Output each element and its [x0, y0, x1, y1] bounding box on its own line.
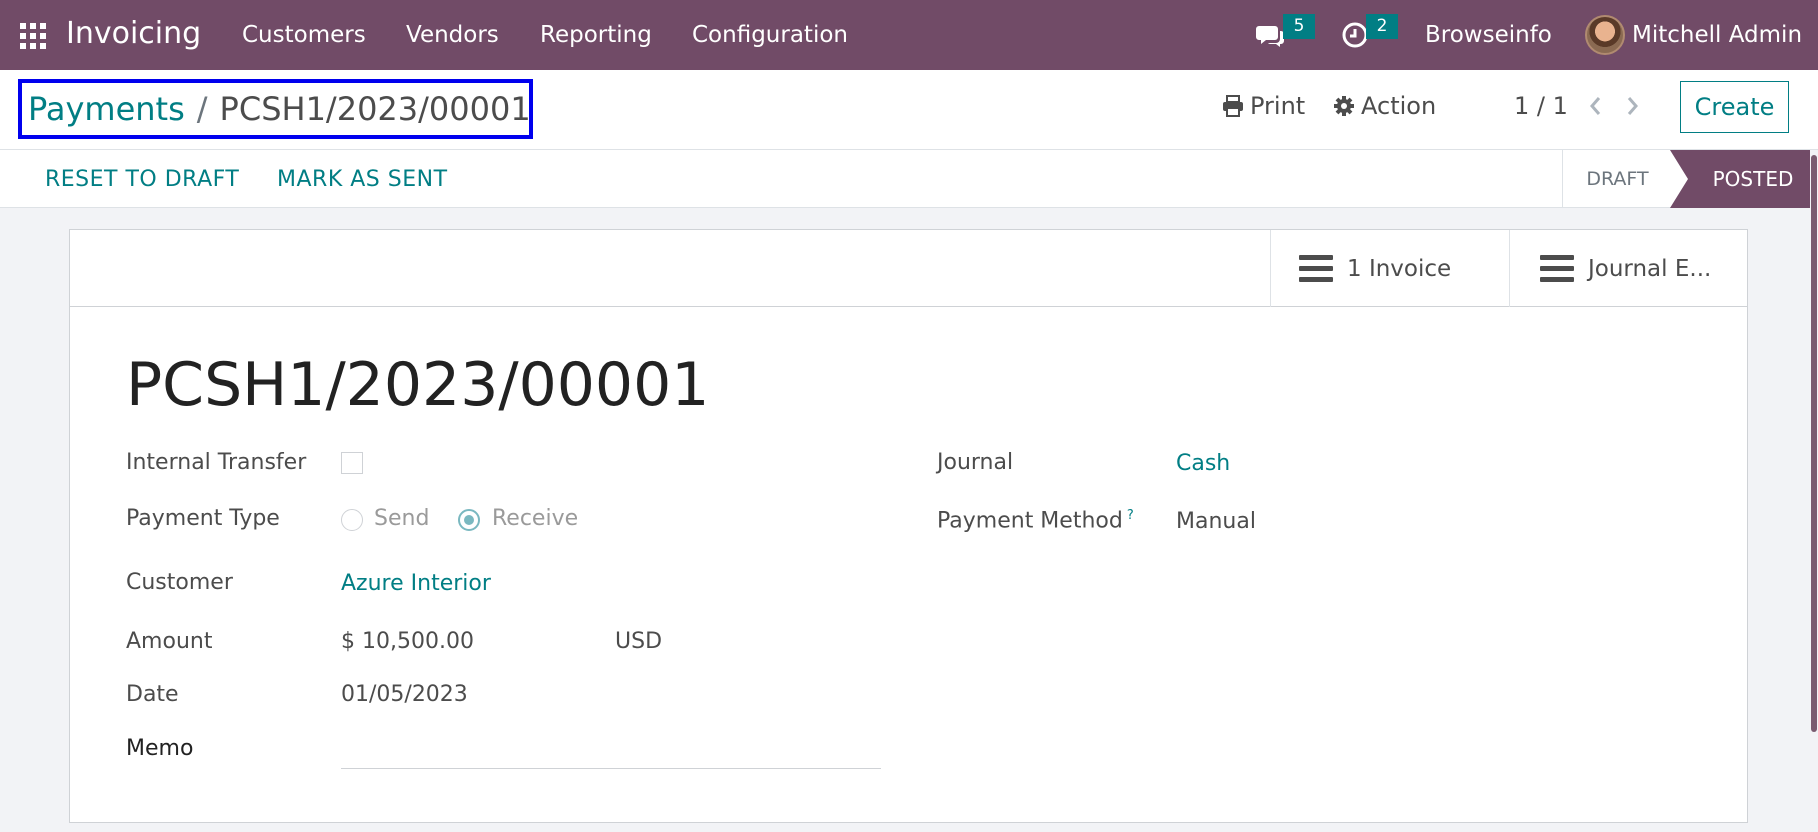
messages-count-badge: 5 — [1283, 14, 1315, 39]
top-navbar: Invoicing Customers Vendors Reporting Co… — [0, 0, 1818, 70]
payment-type-receive-label[interactable]: Receive — [492, 506, 578, 531]
journal-label: Journal — [937, 450, 1014, 475]
create-button[interactable]: Create — [1680, 81, 1789, 133]
payment-type-receive-radio[interactable] — [458, 509, 480, 531]
avatar[interactable] — [1585, 15, 1625, 55]
chat-icon[interactable] — [1255, 20, 1285, 50]
mark-as-sent-button[interactable]: MARK AS SENT — [277, 167, 448, 192]
smart-button-box: 1 Invoice Journal E... — [70, 230, 1747, 307]
pager-next-button[interactable] — [1622, 94, 1642, 118]
bars-icon — [1540, 254, 1574, 282]
record-title: PCSH1/2023/00001 — [126, 350, 710, 420]
chevron-right-icon — [1627, 97, 1638, 115]
printer-icon — [1223, 95, 1243, 117]
user-menu[interactable]: Mitchell Admin — [1632, 22, 1802, 48]
menu-vendors[interactable]: Vendors — [406, 22, 499, 48]
payment-type-send-radio[interactable] — [341, 509, 363, 531]
internal-transfer-label: Internal Transfer — [126, 450, 307, 475]
control-panel: Payments / PCSH1/2023/00001 Print Action… — [0, 70, 1818, 150]
action-label: Action — [1361, 92, 1437, 120]
print-label: Print — [1250, 92, 1306, 120]
customer-label: Customer — [126, 570, 233, 595]
help-icon[interactable]: ? — [1127, 508, 1134, 523]
form-sheet: 1 Invoice Journal E... PCSH1/2023/00001 … — [69, 229, 1748, 823]
date-label: Date — [126, 682, 179, 707]
reset-to-draft-button[interactable]: RESET TO DRAFT — [45, 167, 239, 192]
memo-field-underline — [341, 768, 881, 769]
invoice-smart-button[interactable]: 1 Invoice — [1270, 230, 1510, 307]
payment-method-value: Manual — [1176, 509, 1256, 534]
menu-reporting[interactable]: Reporting — [540, 22, 652, 48]
breadcrumb: Payments / PCSH1/2023/00001 — [18, 79, 533, 139]
journal-value-link[interactable]: Cash — [1176, 451, 1230, 476]
gear-icon — [1334, 96, 1354, 116]
print-button[interactable]: Print — [1222, 92, 1305, 120]
invoice-smart-label: 1 Invoice — [1347, 255, 1452, 282]
bars-icon — [1299, 254, 1333, 282]
payment-type-send-label[interactable]: Send — [374, 506, 429, 531]
breadcrumb-separator: / — [196, 90, 208, 128]
date-value: 01/05/2023 — [341, 682, 468, 707]
breadcrumb-payments-link[interactable]: Payments — [28, 90, 185, 128]
amount-label: Amount — [126, 629, 213, 654]
app-name[interactable]: Invoicing — [66, 16, 201, 51]
scrollbar-thumb[interactable] — [1811, 155, 1817, 732]
payment-method-label-text: Payment Method — [937, 508, 1123, 534]
company-switcher[interactable]: Browseinfo — [1425, 22, 1552, 48]
menu-customers[interactable]: Customers — [242, 22, 366, 48]
grid-icon[interactable] — [20, 23, 46, 49]
amount-value: $ 10,500.00 — [341, 629, 474, 654]
customer-value-link[interactable]: Azure Interior — [341, 571, 491, 596]
payment-method-label: Payment Method? — [937, 508, 1134, 533]
stage-draft[interactable]: DRAFT — [1562, 150, 1672, 208]
journal-entry-smart-label: Journal E... — [1588, 255, 1712, 282]
status-bar: RESET TO DRAFT MARK AS SENT DRAFT POSTED — [0, 150, 1818, 208]
breadcrumb-current: PCSH1/2023/00001 — [219, 90, 531, 128]
journal-entry-smart-button[interactable]: Journal E... — [1509, 230, 1747, 307]
action-button[interactable]: Action — [1333, 92, 1436, 120]
pager-previous-button[interactable] — [1586, 94, 1606, 118]
currency-value: USD — [615, 629, 663, 654]
chevron-left-icon — [1590, 97, 1601, 115]
stage-posted: POSTED — [1670, 150, 1818, 208]
activities-count-badge: 2 — [1366, 14, 1398, 39]
memo-label: Memo — [126, 736, 194, 761]
internal-transfer-checkbox[interactable] — [341, 452, 363, 474]
pager-value[interactable]: 1 / 1 — [1514, 92, 1568, 120]
payment-type-label: Payment Type — [126, 506, 280, 531]
menu-configuration[interactable]: Configuration — [692, 22, 848, 48]
